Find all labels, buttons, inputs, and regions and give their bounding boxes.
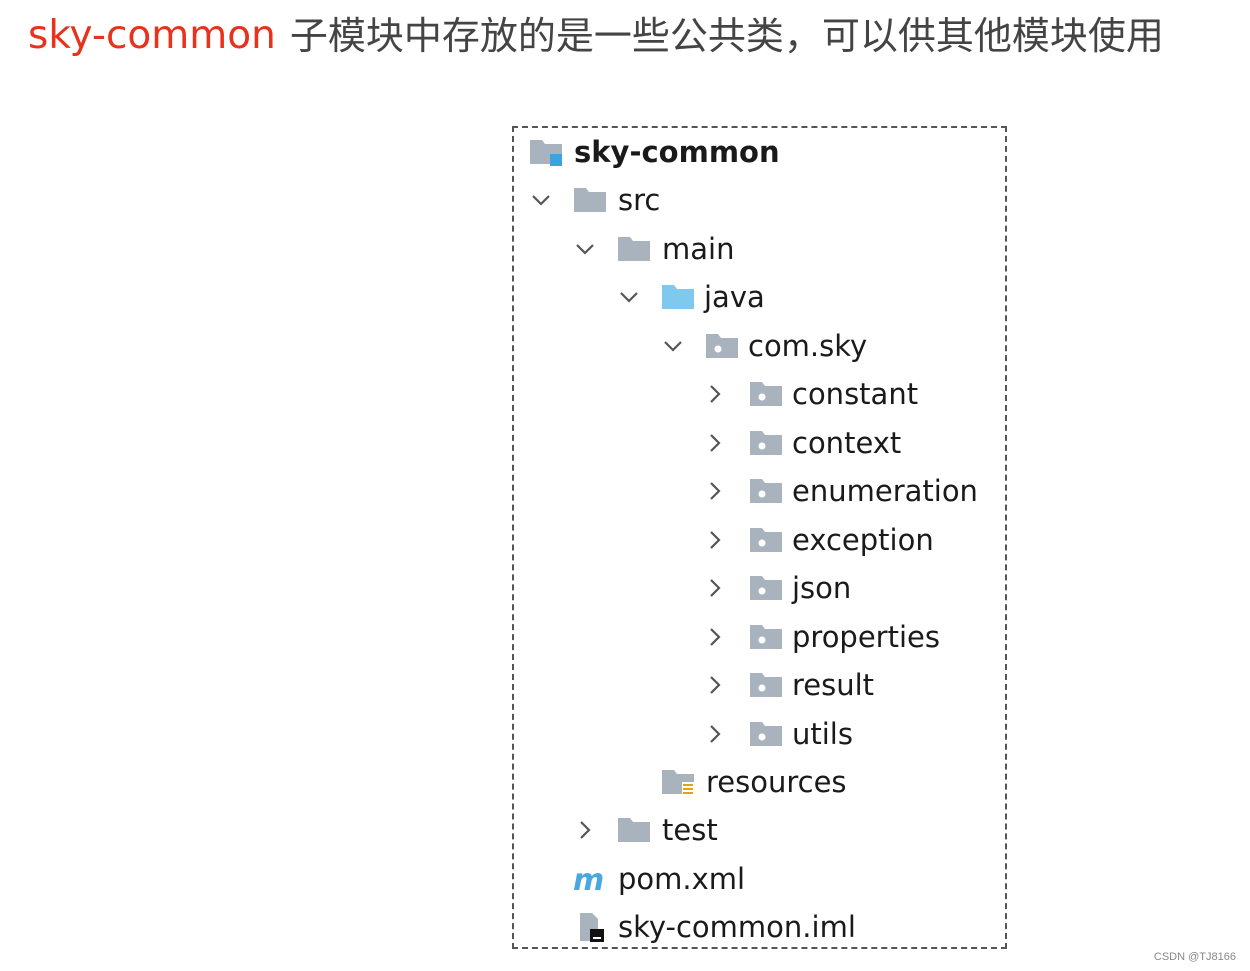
tree-item-label: com.sky xyxy=(748,329,868,363)
project-tree: sky-common src main java com.sky constan… xyxy=(512,126,1007,949)
watermark: CSDN @TJ8166 xyxy=(1153,951,1236,963)
chevron-right-icon[interactable] xyxy=(704,626,726,648)
package-folder-icon xyxy=(748,427,784,459)
chevron-right-icon[interactable] xyxy=(704,723,726,745)
svg-text:m: m xyxy=(573,863,604,895)
tree-item-label: result xyxy=(792,668,875,702)
chevron-right-icon[interactable] xyxy=(704,674,726,696)
folder-icon xyxy=(572,184,608,216)
chevron-right-icon[interactable] xyxy=(704,480,726,502)
heading-description: 子模块中存放的是一些公共类，可以供其他模块使用 xyxy=(289,14,1164,58)
package-folder-icon xyxy=(748,378,784,410)
tree-item-label: test xyxy=(662,813,718,847)
package-folder-icon xyxy=(748,718,784,750)
tree-item-label: utils xyxy=(792,717,853,751)
heading-module-name: sky-common xyxy=(28,13,276,58)
tree-item-label: sky-common xyxy=(574,135,780,169)
package-folder-icon xyxy=(748,669,784,701)
tree-item-label: resources xyxy=(706,765,847,799)
package-folder-icon xyxy=(748,475,784,507)
chevron-down-icon[interactable] xyxy=(530,189,552,211)
iml-file-icon xyxy=(580,913,604,942)
package-folder-icon xyxy=(748,524,784,556)
tree-item-label: context xyxy=(792,426,902,460)
chevron-right-icon[interactable] xyxy=(704,432,726,454)
tree-item-label: sky-common.iml xyxy=(618,910,856,944)
chevron-right-icon[interactable] xyxy=(704,383,726,405)
chevron-right-icon[interactable] xyxy=(704,529,726,551)
tree-item-label: exception xyxy=(792,523,934,557)
chevron-down-icon[interactable] xyxy=(574,238,596,260)
chevron-right-icon[interactable] xyxy=(574,819,596,841)
tree-item-label: src xyxy=(618,183,661,217)
tree-item-label: pom.xml xyxy=(618,862,746,896)
package-folder-icon xyxy=(748,621,784,653)
folder-icon xyxy=(616,814,652,846)
chevron-down-icon[interactable] xyxy=(618,286,640,308)
module-folder-icon xyxy=(530,140,562,166)
tree-item-label: java xyxy=(704,280,765,314)
tree-item-label: enumeration xyxy=(792,474,978,508)
tree-item-label: properties xyxy=(792,620,940,654)
chevron-right-icon[interactable] xyxy=(704,577,726,599)
chevron-down-icon[interactable] xyxy=(662,335,684,357)
page-heading: sky-common 子模块中存放的是一些公共类，可以供其他模块使用 xyxy=(28,8,1164,64)
tree-item-label: json xyxy=(792,571,852,605)
page: sky-common 子模块中存放的是一些公共类，可以供其他模块使用 sky-c… xyxy=(0,0,1250,971)
resources-folder-icon xyxy=(662,770,694,797)
maven-icon: m xyxy=(573,863,604,895)
package-folder-icon xyxy=(704,330,740,362)
tree-item-label: constant xyxy=(792,377,919,411)
package-folder-icon xyxy=(748,572,784,604)
folder-icon xyxy=(616,233,652,265)
source-root-folder-icon xyxy=(660,281,696,313)
tree-item-label: main xyxy=(662,232,735,266)
